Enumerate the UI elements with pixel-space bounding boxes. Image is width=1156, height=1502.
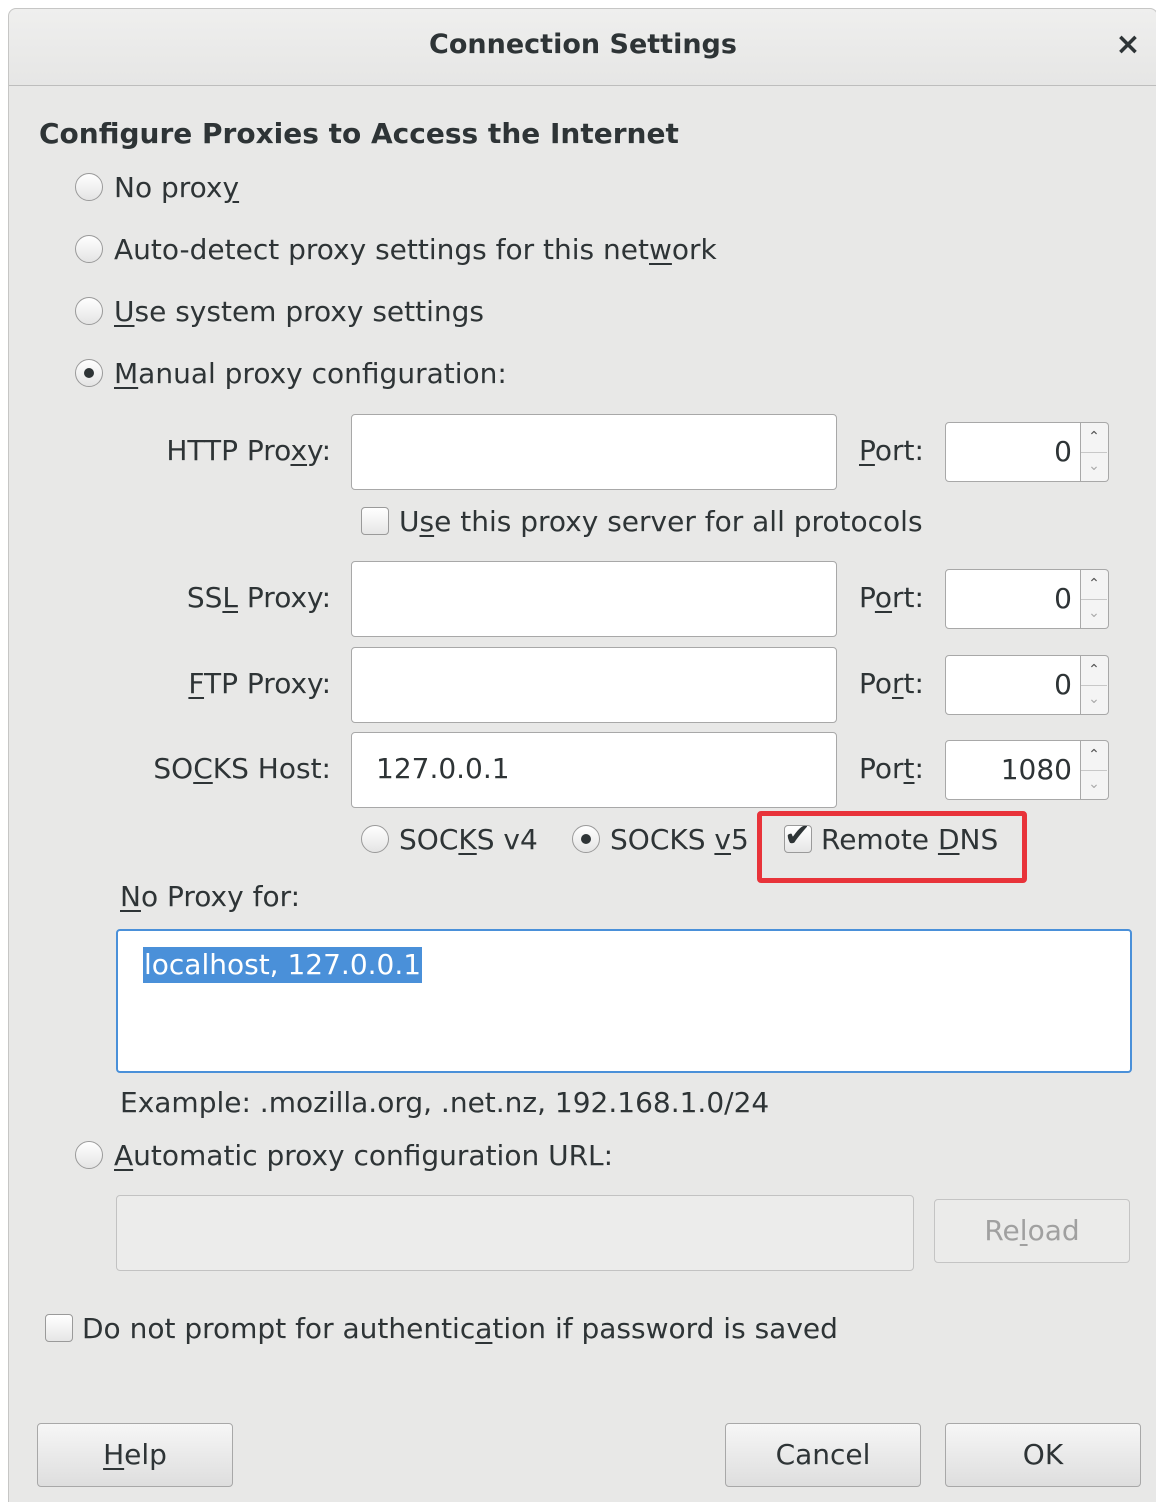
spin-down-icon[interactable]: ⌄	[1081, 770, 1107, 799]
spin-up-icon[interactable]: ⌃	[1081, 423, 1107, 453]
socks-host-label: SOCKS Host:	[153, 752, 331, 785]
checkmark-icon: ✔	[784, 816, 811, 854]
spin-down-icon[interactable]: ⌄	[1081, 599, 1107, 628]
ftp-port-input[interactable]: 0	[945, 655, 1081, 715]
ssl-port-label: Port:	[859, 581, 924, 614]
no-proxy-label[interactable]: No proxy	[114, 171, 239, 205]
auto-url-input[interactable]	[116, 1195, 914, 1271]
http-proxy-input[interactable]	[351, 414, 837, 490]
title-bar: Connection Settings ×	[9, 9, 1156, 86]
example-hint: Example: .mozilla.org, .net.nz, 192.168.…	[120, 1086, 770, 1119]
http-port-input[interactable]: 0	[945, 422, 1081, 482]
socks-host-input[interactable]: 127.0.0.1	[351, 732, 837, 808]
auth-prompt-label[interactable]: Do not prompt for authentication if pass…	[82, 1312, 838, 1346]
help-button[interactable]: Help	[37, 1423, 233, 1487]
spin-up-icon[interactable]: ⌃	[1081, 741, 1107, 771]
ssl-port-input[interactable]: 0	[945, 569, 1081, 629]
socks-v4-label[interactable]: SOCKS v4	[399, 823, 538, 857]
radio-socks-v4[interactable]	[361, 825, 389, 853]
selected-text[interactable]: localhost, 127.0.0.1	[143, 947, 423, 983]
system-proxy-label[interactable]: Use system proxy settings	[114, 295, 484, 329]
connection-settings-dialog: Connection Settings × Configure Proxies …	[8, 8, 1156, 1502]
ok-button[interactable]: OK	[945, 1423, 1141, 1487]
ftp-port-spinner[interactable]: ⌃ ⌄	[1081, 655, 1109, 715]
http-port-label: Port:	[859, 434, 924, 467]
radio-auto-detect[interactable]	[75, 235, 103, 263]
ftp-proxy-label: FTP Proxy:	[188, 667, 331, 700]
dialog-title: Connection Settings	[429, 29, 737, 60]
cancel-button[interactable]: Cancel	[725, 1423, 921, 1487]
section-heading: Configure Proxies to Access the Internet	[39, 117, 679, 150]
radio-no-proxy[interactable]	[75, 173, 103, 201]
radio-auto-url[interactable]	[75, 1141, 103, 1169]
radio-socks-v5[interactable]	[572, 825, 600, 853]
use-for-all-checkbox[interactable]	[361, 507, 389, 535]
no-proxy-for-label: No Proxy for:	[120, 880, 301, 913]
radio-system-proxy[interactable]	[75, 297, 103, 325]
ftp-port-label: Port:	[859, 667, 924, 700]
auto-url-label[interactable]: Automatic proxy configuration URL:	[114, 1139, 613, 1173]
auto-detect-label[interactable]: Auto-detect proxy settings for this netw…	[114, 233, 717, 267]
close-icon[interactable]: ×	[1113, 30, 1143, 61]
http-proxy-label: HTTP Proxy:	[166, 434, 331, 467]
radio-manual-proxy[interactable]	[75, 359, 103, 387]
socks-v5-label[interactable]: SOCKS v5	[610, 823, 749, 857]
spin-up-icon[interactable]: ⌃	[1081, 656, 1107, 686]
socks-port-label: Port:	[859, 752, 924, 785]
spin-down-icon[interactable]: ⌄	[1081, 452, 1107, 481]
ftp-proxy-input[interactable]	[351, 647, 837, 723]
ssl-proxy-label: SSL Proxy:	[186, 581, 331, 614]
ssl-proxy-input[interactable]	[351, 561, 837, 637]
remote-dns-checkbox[interactable]: ✔	[784, 818, 812, 853]
reload-button[interactable]: Reload	[934, 1199, 1130, 1263]
auth-prompt-checkbox[interactable]	[45, 1314, 73, 1342]
socks-port-spinner[interactable]: ⌃ ⌄	[1081, 740, 1109, 800]
spin-up-icon[interactable]: ⌃	[1081, 570, 1107, 600]
remote-dns-label[interactable]: Remote DNS	[821, 823, 998, 857]
manual-proxy-label[interactable]: Manual proxy configuration:	[114, 357, 507, 391]
ssl-port-spinner[interactable]: ⌃ ⌄	[1081, 569, 1109, 629]
no-proxy-for-textarea[interactable]: localhost, 127.0.0.1	[116, 929, 1132, 1073]
http-port-spinner[interactable]: ⌃ ⌄	[1081, 422, 1109, 482]
use-for-all-label[interactable]: Use this proxy server for all protocols	[399, 505, 923, 539]
socks-port-input[interactable]: 1080	[945, 740, 1081, 800]
spin-down-icon[interactable]: ⌄	[1081, 685, 1107, 714]
